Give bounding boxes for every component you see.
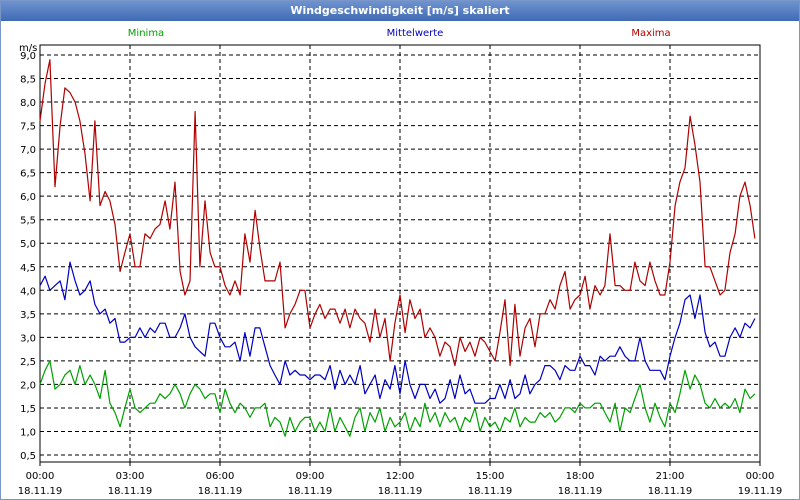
x-tick-time-label: 06:00 [206,471,235,482]
x-tick-date-label: 19.11.19 [738,486,783,497]
y-tick-label: 6,5 [20,169,36,180]
y-tick-label: 2,5 [20,357,36,368]
x-tick-date-label: 18.11.19 [198,486,243,497]
legend-mittelwerte: Mittelwerte [387,28,444,39]
y-tick-label: 3,5 [20,310,36,321]
y-tick-label: 8,0 [20,98,36,109]
x-tick-date-label: 18.11.19 [648,486,693,497]
x-tick-date-label: 18.11.19 [378,486,423,497]
series-lines [39,59,756,437]
y-tick-label: 8,5 [20,75,36,86]
x-tick-time-label: 09:00 [296,471,325,482]
x-tick-time-label: 03:00 [116,471,145,482]
y-tick-label: 7,0 [20,145,36,156]
plot-area-border [39,44,761,463]
x-tick-date-label: 18.11.19 [108,486,153,497]
x-tick-time-label: 15:00 [476,471,505,482]
x-tick-time-label: 00:00 [746,471,775,482]
series-line-mittelwerte [39,261,756,404]
y-tick-label: 0,5 [20,451,36,462]
grid [40,45,760,462]
legend: Minima Mittelwerte Maxima [128,28,671,39]
series-line-minima [39,360,756,437]
x-tick-date-label: 18.11.19 [288,486,333,497]
x-tick-date-label: 18.11.19 [18,486,63,497]
legend-maxima: Maxima [631,28,670,39]
x-tick-time-label: 18:00 [566,471,595,482]
x-tick-time-label: 21:00 [656,471,685,482]
legend-minima: Minima [128,28,164,39]
y-tick-label: 4,0 [20,286,36,297]
y-axis-unit-label: m/s [19,43,37,54]
y-tick-label: 1,0 [20,427,36,438]
x-tick-date-label: 18.11.19 [558,486,603,497]
y-tick-label: 3,0 [20,333,36,344]
wind-speed-chart: 0,5 1,0 1,5 2,0 2,5 3,0 3,5 4,0 4,5 5,0 5,5 6,0 6,5 7… [18,28,783,497]
y-tick-label: 4,5 [20,263,36,274]
y-tick-label: 5,5 [20,216,36,227]
y-tick-label: 7,5 [20,122,36,133]
x-tick-time-label: 12:00 [386,471,415,482]
y-tick-label: 5,0 [20,239,36,250]
x-tick-date-label: 18.11.19 [468,486,513,497]
x-tick-time-label: 00:00 [26,471,55,482]
series-line-maxima [39,59,756,367]
y-tick-label: 2,0 [20,380,36,391]
y-tick-label: 1,5 [20,404,36,415]
y-tick-label: 6,0 [20,192,36,203]
